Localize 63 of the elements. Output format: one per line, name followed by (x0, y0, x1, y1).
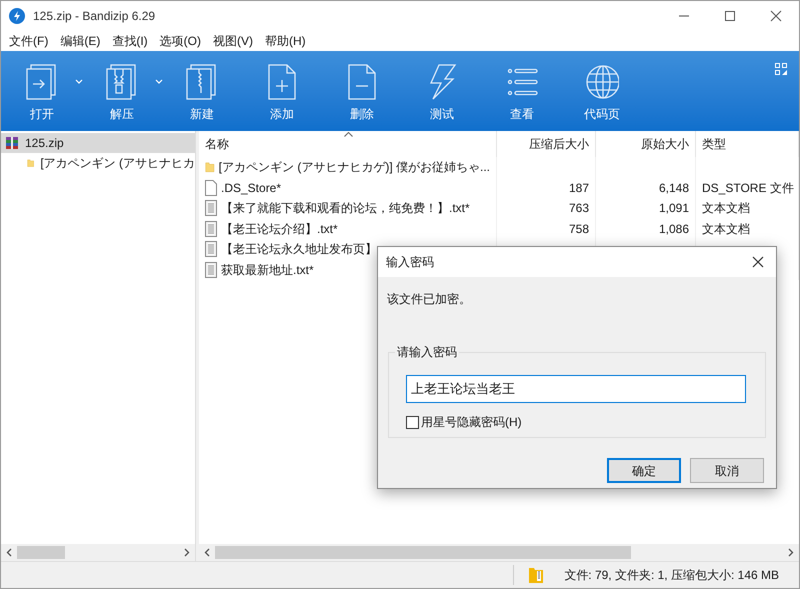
scroll-right-icon[interactable] (184, 548, 190, 557)
toolbar-button[interactable]: 删除 (325, 51, 399, 131)
password-field[interactable]: 上老王论坛当老王 (406, 375, 746, 403)
toolbar-button[interactable]: 打开 (5, 51, 79, 131)
table-cell-text: 763 (568, 200, 589, 218)
file-name: 【老王论坛介绍】.txt* (221, 220, 338, 238)
column-header[interactable]: 原始大小 (596, 131, 696, 157)
toolbar-button[interactable]: 新建 (165, 51, 239, 131)
dropdown-caret-icon[interactable] (75, 79, 83, 84)
group-label: 请输入密码 (395, 343, 459, 361)
table-cell-text: DS_STORE 文件 (702, 180, 794, 197)
table-cell-text: 6,148 (658, 180, 689, 197)
toolbar-button[interactable]: 解压 (85, 51, 159, 131)
menu-item[interactable]: 查找(I) (108, 32, 152, 50)
toolbar-button[interactable]: 查看 (485, 51, 559, 131)
file-name: [アカペンギン (アサヒナヒカゲ)] 僕がお従姉ちゃ... (218, 159, 490, 176)
scroll-left-icon[interactable] (204, 548, 210, 557)
dialog-message: 该文件已加密。 (387, 291, 471, 308)
dialog-button[interactable]: 取消 (690, 458, 764, 483)
dialog-button[interactable]: 确定 (607, 458, 681, 483)
hide-password-checkbox[interactable]: 用星号隐藏密码(H) (406, 413, 522, 431)
book-stack-icon (5, 136, 19, 150)
file-name: 获取最新地址.txt* (221, 262, 314, 279)
menu-item[interactable]: 编辑(E) (56, 32, 104, 50)
column-header[interactable]: 压缩后大小 (497, 131, 596, 157)
toolbar-button[interactable]: 测试 (405, 51, 479, 131)
table-cell-text: 文本文档 (702, 220, 750, 238)
horizontal-scrollbar[interactable] (199, 544, 799, 561)
table-cell-text: 758 (568, 220, 589, 238)
file-name: 【来了就能下载和观看的论坛，纯免费！】.txt* (221, 200, 470, 218)
table-cell-text: 1,086 (658, 220, 689, 238)
text-document-icon (205, 220, 217, 237)
column-header[interactable]: 类型 (696, 131, 799, 157)
app-logo-icon (9, 8, 25, 24)
toolbar-button[interactable]: 添加 (245, 51, 319, 131)
text-document-icon (205, 200, 217, 216)
text-document-icon (205, 262, 217, 278)
menu-item[interactable]: 选项(O) (156, 32, 205, 50)
menu-item[interactable]: 视图(V) (208, 32, 257, 50)
layout-grid-icon[interactable] (775, 63, 787, 75)
text-document-icon (205, 241, 217, 258)
window-title: 125.zip - Bandizip 6.29 (33, 8, 156, 25)
menu-item[interactable]: 帮助(H) (260, 32, 310, 50)
scroll-left-icon[interactable] (6, 548, 12, 557)
column-header[interactable]: 名称 (199, 131, 497, 157)
toolbar-button[interactable]: 代码页 (565, 51, 639, 131)
menu-item[interactable]: 文件(F) (5, 32, 52, 50)
dropdown-caret-icon[interactable] (155, 79, 163, 84)
blank-document-icon (205, 180, 217, 196)
scroll-right-icon[interactable] (788, 548, 794, 557)
globe-icon (585, 63, 619, 101)
tree-item[interactable]: 125.zip (1, 133, 195, 153)
table-cell-text: 1,091 (658, 200, 689, 218)
table-cell-text: 187 (568, 180, 589, 197)
file-name: 【老王论坛永久地址发布页】 (221, 241, 377, 258)
table-cell-text: 文本文档 (702, 200, 750, 218)
tree-item[interactable]: [アカペンギン (アサヒナヒカ (1, 153, 195, 173)
file-name: .DS_Store* (221, 180, 282, 197)
close-icon[interactable] (752, 256, 764, 268)
dialog-title: 输入密码 (386, 254, 434, 271)
status-text: 文件: 79, 文件夹: 1, 压缩包大小: 146 MB (564, 567, 779, 584)
horizontal-scrollbar[interactable] (1, 544, 195, 561)
archive-folder-icon (528, 566, 544, 584)
